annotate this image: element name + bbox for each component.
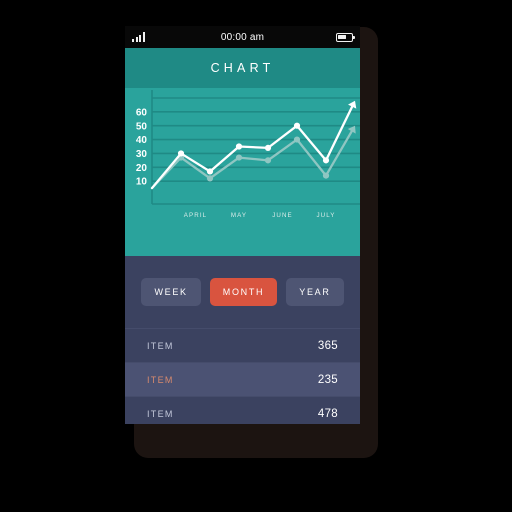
svg-text:JUNE: JUNE [272,212,293,219]
list-item-value: 365 [317,339,338,352]
svg-text:JULY: JULY [316,212,335,219]
svg-text:30: 30 [136,149,148,160]
svg-text:60: 60 [136,107,148,118]
list-item[interactable]: ITEM 365 [125,328,360,362]
range-option-week[interactable]: WEEK [141,278,201,306]
range-selector: WEEK MONTH YEAR [125,256,360,328]
page-title: CHART [210,61,275,75]
list-item[interactable]: ITEM 478 [125,396,360,424]
status-bar: 00:00 am [125,26,360,48]
list-item-value: 478 [317,407,338,420]
status-time: 00:00 am [220,31,265,43]
signal-bars-icon [132,32,145,42]
item-list: ITEM 365 ITEM 235 ITEM 478 [125,328,360,424]
svg-text:APRIL: APRIL [184,212,207,219]
battery-fill [338,34,346,40]
chart-series-layer [150,100,357,190]
svg-text:MAY: MAY [231,212,247,219]
chart-panel: 10 20 30 40 50 60 APRIL MAY JUNE JULY [125,88,360,256]
list-item-label: ITEM [147,340,174,351]
phone-screen: 00:00 am CHART 10 20 30 40 50 60 APRIL MAY JUNE… [125,26,360,424]
range-option-month[interactable]: MONTH [209,278,278,306]
page-title-bar: CHART [125,48,360,88]
svg-text:40: 40 [136,135,148,146]
svg-text:50: 50 [136,121,148,132]
list-item-value: 235 [317,373,338,386]
range-option-year[interactable]: YEAR [286,278,344,306]
battery-icon [336,32,356,42]
chart-y-axis-labels: 10 20 30 40 50 60 [136,107,148,187]
chart-gridlines [152,97,360,205]
list-item-label: ITEM [147,374,174,385]
svg-text:10: 10 [136,177,148,188]
chart-x-axis-labels: APRIL MAY JUNE JULY [184,212,335,219]
line-chart: 10 20 30 40 50 60 APRIL MAY JUNE JULY [136,90,360,219]
list-item[interactable]: ITEM 235 [125,362,360,396]
list-item-label: ITEM [147,408,174,419]
svg-text:20: 20 [136,163,148,174]
